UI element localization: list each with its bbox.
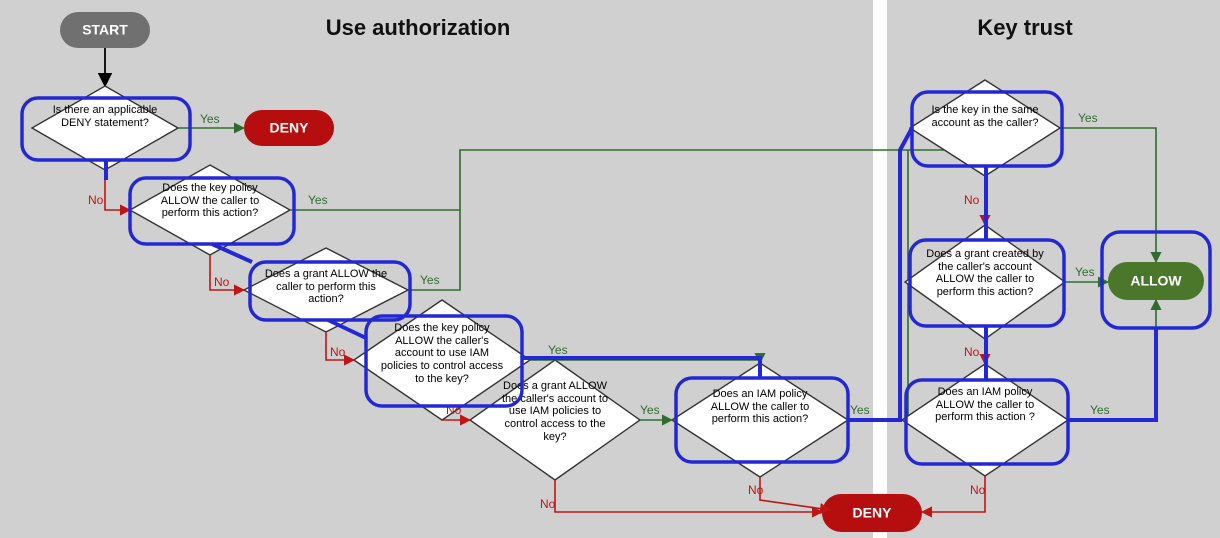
title-use-authorization: Use authorization xyxy=(326,15,511,40)
label-d2-no: No xyxy=(214,275,230,289)
highlight-conn-d2-d3 xyxy=(212,244,252,262)
title-key-trust: Key trust xyxy=(977,15,1073,40)
deny-node-1: DENY xyxy=(244,110,334,146)
highlight-conn-k3-allow xyxy=(1068,328,1156,420)
edge-k1-yes xyxy=(1060,128,1156,262)
decision-d6: Does an IAM policy ALLOW the caller to p… xyxy=(672,363,848,477)
section-divider xyxy=(873,0,887,538)
svg-text:START: START xyxy=(82,22,128,38)
svg-text:DENY: DENY xyxy=(270,120,310,136)
label-k3-no: No xyxy=(970,483,986,497)
label-k3-yes: Yes xyxy=(1090,403,1110,417)
decision-k1: Is the key in the same account as the ca… xyxy=(910,80,1060,176)
label-d2-yes: Yes xyxy=(308,193,328,207)
label-d4-yes: Yes xyxy=(548,343,568,357)
svg-text:DENY: DENY xyxy=(853,505,893,521)
label-d1-no: No xyxy=(88,193,104,207)
label-d6-no: No xyxy=(748,483,764,497)
label-d5-yes: Yes xyxy=(640,403,660,417)
edge-k3-yes xyxy=(1068,300,1156,420)
label-k1-no: No xyxy=(964,193,980,207)
svg-text:ALLOW: ALLOW xyxy=(1130,273,1182,289)
label-k2-no: No xyxy=(964,345,980,359)
flowchart-canvas: Use authorization Key trust START Is the… xyxy=(0,0,1220,538)
edge-d5-no xyxy=(555,480,822,512)
deny-node-2: DENY xyxy=(822,494,922,532)
decision-k2: Does a grant created by the caller's acc… xyxy=(905,225,1065,339)
edge-d6-no xyxy=(760,477,830,510)
label-d3-no: No xyxy=(330,345,346,359)
label-d5-no: No xyxy=(540,497,556,511)
start-node: START xyxy=(60,12,150,48)
label-d1-yes: Yes xyxy=(200,112,220,126)
label-k1-yes: Yes xyxy=(1078,111,1098,125)
allow-node: ALLOW xyxy=(1108,262,1204,300)
edge-d2-yes xyxy=(290,120,970,210)
label-k2-yes: Yes xyxy=(1075,265,1095,279)
highlight-conn-d3-d4 xyxy=(328,320,366,338)
label-d3-yes: Yes xyxy=(420,273,440,287)
edge-d4-yes xyxy=(530,360,760,363)
edge-d1-no xyxy=(105,170,130,210)
label-d6-yes: Yes xyxy=(850,403,870,417)
